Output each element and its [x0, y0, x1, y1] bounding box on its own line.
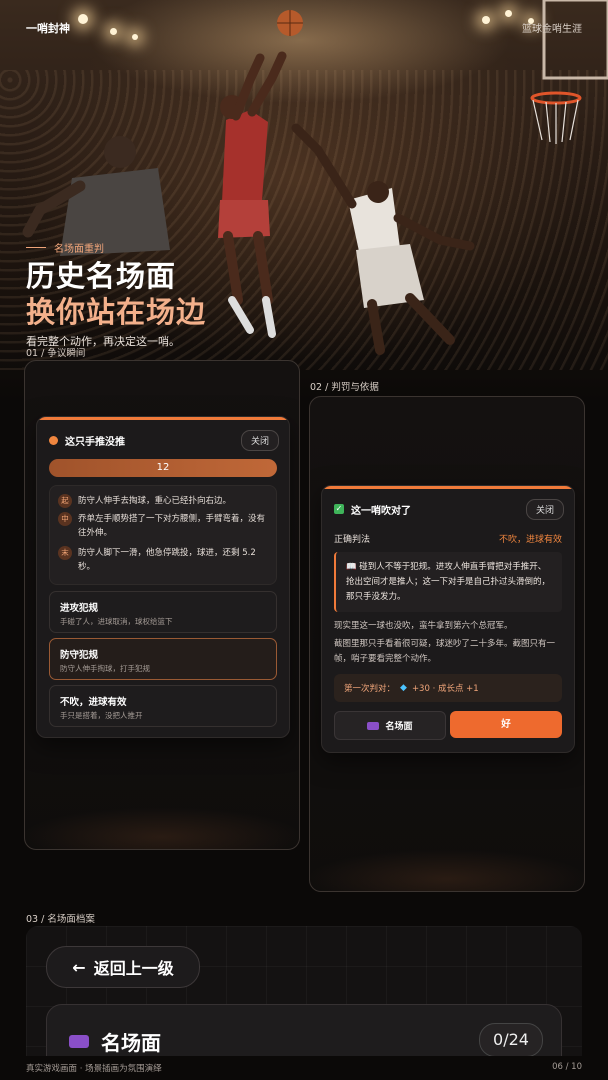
result-title: 这一哨吹对了 — [351, 505, 411, 517]
archive-panel: ← 返回上一级 名场面 0/24 — [26, 926, 582, 1056]
option-defensive-foul[interactable]: 防守犯规 防守人伸手掏球，打手犯规 — [49, 638, 277, 680]
check-icon: ✓ — [334, 504, 344, 514]
kicker-rule — [26, 247, 46, 248]
play-breakdown: 起 防守人伸手去掏球，重心已经扑向右边。 中 乔单左手顺势搭了一下对方腰侧，手臂… — [49, 485, 277, 585]
history-note: 现实里这一球也没吹，蛮牛拿到第六个总冠军。 — [334, 621, 513, 631]
dot-icon — [49, 435, 58, 445]
hoop-rim — [530, 91, 582, 105]
page-indicator: 06 / 10 — [552, 1062, 582, 1072]
ok-button[interactable]: 好 — [450, 711, 562, 738]
kicker-text: 名场面重判 — [54, 244, 104, 255]
hero-title-line2: 换你站在场边 — [26, 295, 207, 329]
option-no-call[interactable]: 不吹，进球有效 手只是搭着，没把人推开 — [49, 685, 277, 727]
step-middle: 中 乔单左手顺势搭了一下对方腰侧，手臂弯着，没有往外伸。 — [58, 512, 270, 540]
film-icon — [367, 721, 380, 730]
archive-title: 名场面 — [101, 1031, 161, 1055]
defending-player — [291, 123, 475, 355]
archive-card[interactable]: 名场面 0/24 — [46, 1004, 562, 1056]
jumping-player — [218, 51, 287, 338]
archive-counter: 0/24 — [479, 1023, 543, 1056]
countdown-bar: 12 — [49, 459, 277, 477]
footer-caption: 真实游戏画面 · 场景插画为氛围演绎 — [26, 1064, 162, 1074]
reward-value: +30 · 成长点 +1 — [411, 684, 479, 694]
referee-figure — [22, 136, 170, 256]
correct-call-label: 正确判法 — [334, 535, 371, 545]
rule-explanation: 📖 碰到人不等于犯规。进攻人伸直手臂把对手推开、抢出空间才是推人；这一下对手是自… — [334, 552, 562, 612]
film-icon — [69, 1035, 89, 1048]
arrow-left-icon: ← — [72, 957, 86, 977]
section-label-2: 02 / 判罚与依据 — [310, 382, 379, 393]
hero-title-line1: 历史名场面 — [26, 259, 177, 293]
reward-label: 第一次判对： — [344, 684, 396, 694]
result-dialog: ✓ 这一哨吹对了 关闭 正确判法 不吹，进球有效 📖 碰到人不等于犯规。进攻人伸… — [321, 485, 575, 753]
book-icon: 📖 — [346, 562, 357, 572]
back-button[interactable]: ← 返回上一级 — [46, 946, 200, 988]
question-title: 这只手推没推 — [65, 436, 125, 448]
close-button[interactable]: 关闭 — [240, 429, 279, 451]
app-tagline: 篮球金哨生涯 — [522, 24, 582, 35]
archive-button[interactable]: 名场面 — [334, 711, 446, 740]
gem-icon: ◆ — [400, 683, 407, 693]
option-offensive-foul[interactable]: 进攻犯规 手碰了人，进球取消，球权给篮下 — [49, 591, 277, 633]
step-start: 起 防守人伸手去掏球，重心已经扑向右边。 — [58, 494, 270, 508]
app-brand: 一哨封神 — [26, 22, 70, 35]
correct-call-value: 不吹，进球有效 — [498, 535, 562, 545]
lesson-note: 截图里那只手看着很可疑，球迷吵了二十多年。截图只有一帧，哨子要看完整个动作。 — [334, 639, 556, 664]
section-label-1: 01 / 争议瞬间 — [26, 348, 86, 359]
section-label-3: 03 / 名场面档案 — [26, 914, 95, 925]
hero-kicker: 名场面重判 — [26, 240, 104, 255]
step-end: 末 防守人脚下一滑，他急停跳投，球进，还剩 5.2 秒。 — [58, 546, 270, 574]
close-button[interactable]: 关闭 — [525, 498, 564, 520]
reward-bar: 第一次判对： ◆ +30 · 成长点 +1 — [334, 674, 562, 702]
phone-frame-result: ✓ 这一哨吹对了 关闭 正确判法 不吹，进球有效 📖 碰到人不等于犯规。进攻人伸… — [309, 396, 585, 892]
phone-frame-question: 这只手推没推 关闭 12 起 防守人伸手去掏球，重心已经扑向右边。 中 乔单左手… — [24, 360, 300, 850]
backboard — [542, 0, 608, 80]
question-dialog: 这只手推没推 关闭 12 起 防守人伸手去掏球，重心已经扑向右边。 中 乔单左手… — [36, 416, 290, 738]
